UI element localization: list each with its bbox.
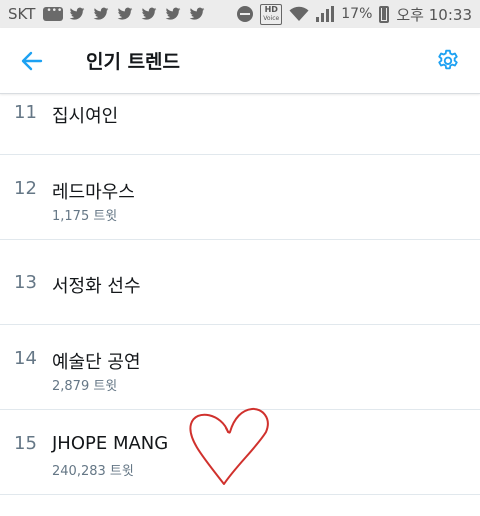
twitter-bird-icon bbox=[94, 7, 109, 20]
trend-item[interactable]: 14 예술단 공연 2,879 트윗 bbox=[0, 325, 480, 410]
twitter-bird-icon bbox=[166, 7, 181, 20]
twitter-bird-icon bbox=[70, 7, 85, 20]
trend-item[interactable]: 12 레드마우스 1,175 트윗 bbox=[0, 155, 480, 240]
battery-percent: 17% bbox=[341, 6, 373, 22]
battery-icon bbox=[379, 5, 390, 23]
trend-item[interactable]: 15 JHOPE MANG 240,283 트윗 bbox=[0, 410, 480, 495]
notification-icons bbox=[43, 6, 207, 22]
status-right: HD Voice 17% 오후 10:33 bbox=[237, 3, 472, 25]
carrier-label: SKT bbox=[8, 5, 36, 23]
back-button[interactable] bbox=[0, 28, 64, 94]
trend-name: 집시여인 bbox=[52, 106, 119, 127]
trend-list: 11 집시여인 12 레드마우스 1,175 트윗 13 서정화 선수 14 예… bbox=[0, 94, 480, 495]
trend-rank: 11 bbox=[14, 102, 37, 123]
wifi-icon bbox=[289, 6, 309, 21]
status-bar: SKT HDVoice 17% 오후 10:33 bbox=[0, 0, 480, 28]
page-title: 인기 트렌드 bbox=[86, 51, 181, 73]
settings-button[interactable] bbox=[416, 28, 480, 94]
twitter-bird-icon bbox=[118, 7, 133, 20]
tweet-count: 2,879 트윗 bbox=[52, 379, 118, 394]
arrow-left-icon bbox=[21, 51, 43, 70]
trend-rank: 14 bbox=[14, 348, 37, 369]
hd-voice-icon: HD Voice bbox=[260, 3, 283, 25]
trend-name: 레드마우스 bbox=[52, 182, 135, 203]
app-header: 인기 트렌드 bbox=[0, 28, 480, 94]
twitter-bird-icon bbox=[190, 7, 205, 20]
trend-rank: 15 bbox=[14, 433, 37, 454]
trend-rank: 12 bbox=[14, 178, 37, 199]
gear-icon bbox=[438, 49, 458, 69]
trend-item[interactable]: 13 서정화 선수 bbox=[0, 240, 480, 325]
trend-name: 예술단 공연 bbox=[52, 352, 141, 373]
tweet-count: 240,283 트윗 bbox=[52, 464, 134, 479]
trend-item[interactable]: 11 집시여인 bbox=[0, 94, 480, 155]
trend-name: 서정화 선수 bbox=[52, 276, 141, 297]
twitter-bird-icon bbox=[142, 7, 157, 20]
trend-name: JHOPE MANG bbox=[52, 433, 169, 454]
do-not-disturb-icon bbox=[237, 6, 254, 22]
tweet-count: 1,175 트윗 bbox=[52, 209, 118, 224]
trend-rank: 13 bbox=[14, 272, 37, 293]
message-icon bbox=[43, 6, 64, 21]
signal-icon bbox=[316, 6, 335, 22]
clock: 오후 10:33 bbox=[396, 5, 472, 24]
